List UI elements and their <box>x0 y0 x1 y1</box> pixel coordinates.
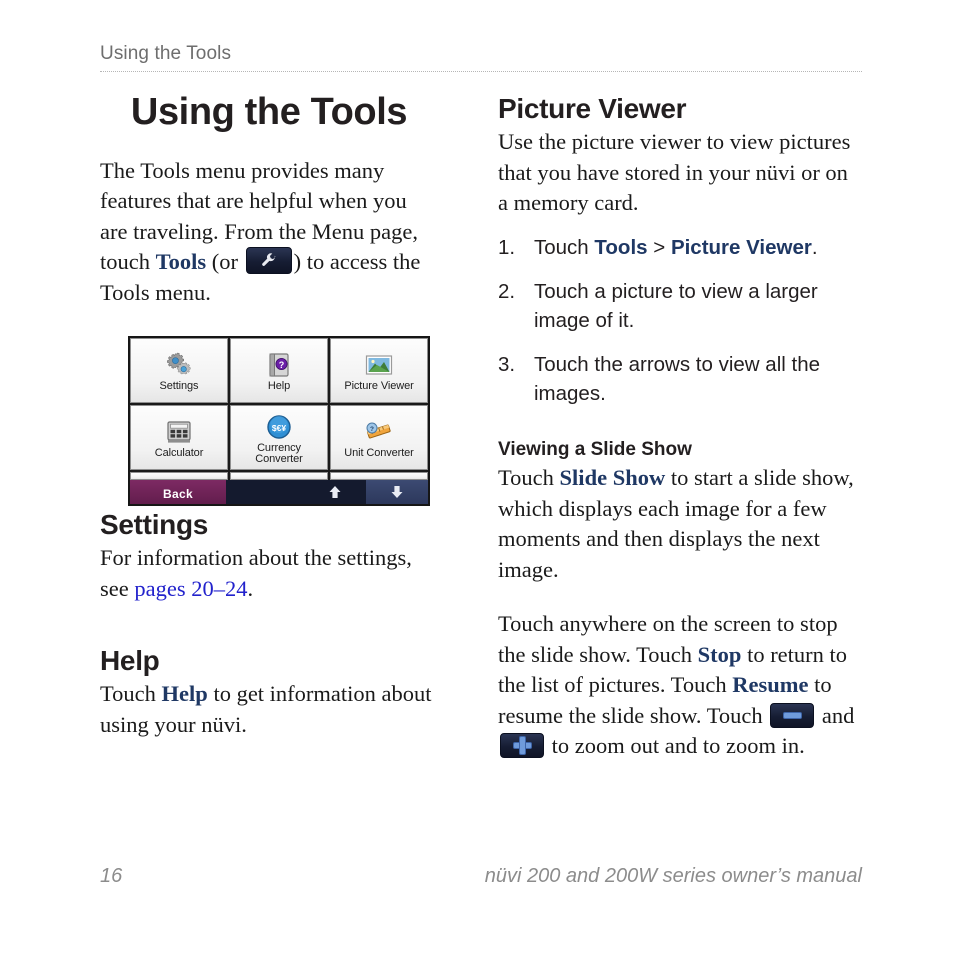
running-head-text: Using the Tools <box>100 43 232 64</box>
spacer-settings-help <box>100 604 438 644</box>
picture-viewer-intro: Use the picture viewer to view pictures … <box>498 129 851 216</box>
ss-p2-e: to zoom out and to zoom in. <box>546 733 805 759</box>
right-column: Picture Viewer Use the picture viewer to… <box>498 92 862 762</box>
down-arrow-icon <box>389 484 405 505</box>
ss-p1-before: Touch <box>498 465 560 491</box>
gears-icon <box>165 350 193 380</box>
tool-label-picture-viewer: Picture Viewer <box>344 380 414 393</box>
tool-label-help: Help <box>267 380 291 393</box>
device-statusbar: Back <box>130 480 428 505</box>
picture-viewer-heading: Picture Viewer <box>498 93 687 124</box>
zoom-in-icon <box>500 733 544 759</box>
photo-icon <box>364 350 394 380</box>
svg-text:$€¥: $€¥ <box>272 423 286 433</box>
tool-button-partial-1[interactable] <box>130 472 228 480</box>
tools-bold-term: Tools <box>155 249 207 275</box>
slide-show-paragraph-1: Touch Slide Show to start a slide show, … <box>498 463 862 585</box>
running-header: Using the Tools <box>100 43 862 72</box>
intro-text-part2: (or <box>206 249 244 275</box>
tool-button-currency-converter[interactable]: $€¥ Currency Converter <box>230 405 328 470</box>
unit-converter-icon: ? <box>364 417 394 447</box>
back-button[interactable]: Back <box>130 480 226 504</box>
resume-bold-term: Resume <box>732 672 809 698</box>
step-number-2: 2. <box>498 279 516 303</box>
plus-vertical-bar <box>519 737 525 755</box>
manual-page: Using the Tools Using the Tools The Tool… <box>0 0 954 954</box>
tool-label-settings: Settings <box>159 380 199 393</box>
minus-glyph <box>771 704 813 727</box>
tool-label-currency-converter: Currency Converter <box>255 441 303 466</box>
tools-menu-grid: Settings ? Help Picture Viewer Calculato… <box>130 338 428 480</box>
page-footer: 16 nüvi 200 and 200W series owner’s manu… <box>100 865 862 888</box>
help-bold-term: Help <box>161 681 208 707</box>
header-divider <box>100 70 862 72</box>
tool-button-partial-2[interactable] <box>230 472 328 480</box>
currency-line-2: Converter <box>255 453 303 465</box>
statusbar-spacer <box>226 480 304 504</box>
step-1-bold-tools: Tools <box>594 235 648 259</box>
scroll-down-button[interactable] <box>366 480 428 505</box>
picture-viewer-steps: 1. Touch Tools > Picture Viewer. 2. Touch … <box>498 233 862 408</box>
settings-heading: Settings <box>100 509 209 541</box>
tool-button-picture-viewer[interactable]: Picture Viewer <box>330 338 428 403</box>
tool-button-partial-3[interactable] <box>330 472 428 480</box>
slide-show-paragraph-2: Touch anywhere on the screen to stop the… <box>498 609 862 762</box>
minus-bar <box>783 712 801 718</box>
svg-text:?: ? <box>370 426 374 433</box>
help-text-before: Touch <box>100 681 162 707</box>
currency-circle-icon: $€¥ <box>266 412 292 442</box>
step-3-text: Touch the arrows to view all the images. <box>534 352 820 405</box>
step-number-3: 3. <box>498 352 516 376</box>
svg-text:?: ? <box>279 360 285 370</box>
tool-label-calculator: Calculator <box>154 447 204 460</box>
settings-text-after: . <box>247 575 254 601</box>
stop-bold-term: Stop <box>697 641 742 667</box>
step-number-1: 1. <box>498 235 516 259</box>
step-2-text: Touch a picture to view a larger image o… <box>534 279 818 332</box>
manual-title: nüvi 200 and 200W series owner’s manual <box>484 865 862 887</box>
plus-glyph <box>501 734 543 757</box>
tool-label-unit-converter: Unit Converter <box>344 447 414 460</box>
help-book-icon: ? <box>267 350 291 380</box>
step-1-after: . <box>811 235 818 259</box>
tool-button-calculator[interactable]: Calculator <box>130 405 228 470</box>
tool-button-help[interactable]: ? Help <box>230 338 328 403</box>
calculator-icon <box>165 417 193 447</box>
step-item-3: 3. Touch the arrows to view all the image… <box>498 350 862 408</box>
ss-p2-d: and <box>816 702 855 728</box>
step-1-middle: > <box>647 235 671 259</box>
tool-button-unit-converter[interactable]: ? Unit Converter <box>330 405 428 470</box>
currency-line-1: Currency <box>257 441 301 454</box>
step-item-1: 1. Touch Tools > Picture Viewer. <box>498 233 862 262</box>
step-item-2: 2. Touch a picture to view a larger image… <box>498 277 862 335</box>
settings-paragraph: For information about the settings, see … <box>100 543 438 604</box>
up-arrow-icon <box>327 484 343 505</box>
step-1-before: Touch <box>534 235 595 259</box>
device-screenshot: Settings ? Help Picture Viewer Calculato… <box>128 336 430 506</box>
spacer-steps-slideshow <box>498 408 862 438</box>
zoom-out-icon <box>770 702 815 728</box>
scroll-up-button[interactable] <box>304 480 366 505</box>
step-1-bold-picture-viewer: Picture Viewer <box>670 235 812 259</box>
wrench-glyph <box>247 248 291 273</box>
help-paragraph: Touch Help to get information about usin… <box>100 679 438 740</box>
page-number: 16 <box>100 865 123 887</box>
wrench-icon <box>245 247 292 275</box>
help-heading: Help <box>100 645 160 677</box>
pages-link[interactable]: pages 20–24 <box>134 576 247 601</box>
intro-paragraph: The Tools menu provides many features th… <box>100 156 438 309</box>
page-title: Using the Tools <box>130 91 408 133</box>
slide-show-heading: Viewing a Slide Show <box>498 438 692 460</box>
tool-button-settings[interactable]: Settings <box>130 338 228 403</box>
slide-show-bold-term: Slide Show <box>559 465 666 491</box>
